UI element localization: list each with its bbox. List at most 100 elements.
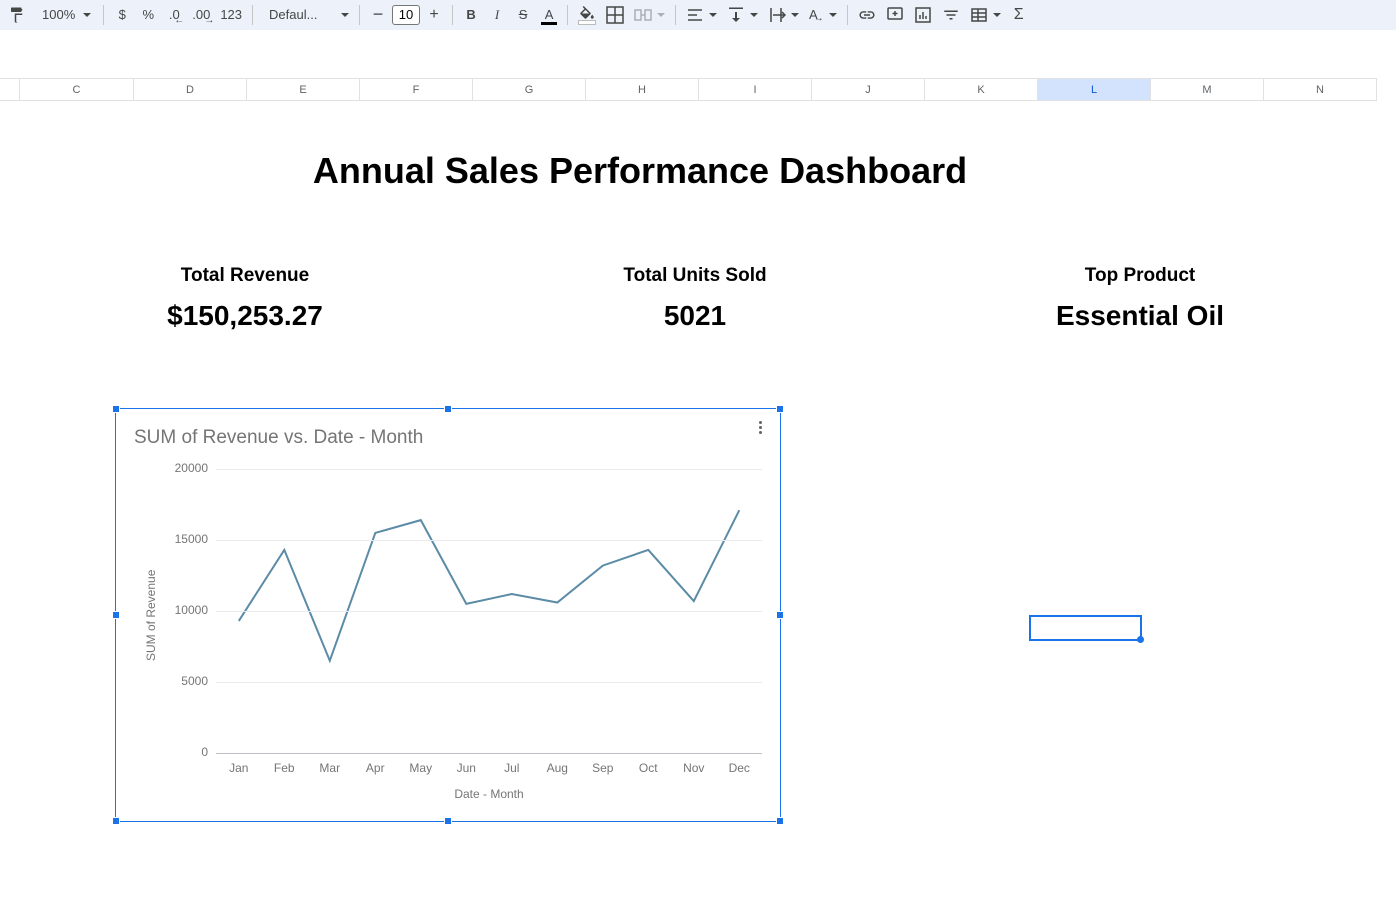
table-icon (970, 6, 988, 24)
y-tick-label: 15000 (156, 532, 208, 546)
chart-menu-button[interactable] (750, 417, 770, 437)
zoom-value: 100% (42, 7, 75, 22)
column-header-I[interactable]: I (699, 78, 812, 101)
resize-handle-w[interactable] (112, 611, 120, 619)
filter-button[interactable] (938, 3, 964, 27)
fill-color-button[interactable] (574, 3, 600, 27)
paint-bucket-icon (578, 6, 596, 24)
resize-handle-s[interactable] (444, 817, 452, 825)
metric-value-units: 5021 (545, 300, 845, 332)
chevron-down-icon (829, 13, 837, 17)
metric-value-product: Essential Oil (1000, 300, 1280, 332)
gridline (216, 469, 762, 470)
bold-icon: B (466, 7, 475, 22)
column-header-D[interactable]: D (134, 78, 247, 101)
chevron-down-icon (750, 13, 758, 17)
font-size-input[interactable] (392, 5, 420, 25)
horizontal-align-button[interactable] (682, 3, 721, 27)
column-header-M[interactable]: M (1151, 78, 1264, 101)
column-header-N[interactable]: N (1264, 78, 1377, 101)
metric-label-revenue: Total Revenue (110, 265, 380, 287)
font-family-value: Defaul... (263, 7, 333, 22)
chart-title: SUM of Revenue vs. Date - Month (134, 427, 423, 449)
column-header-L[interactable]: L (1038, 78, 1151, 101)
more-formats-button[interactable]: 123 (216, 3, 246, 27)
borders-button[interactable] (602, 3, 628, 27)
chart-x-axis-label: Date - Month (216, 787, 762, 801)
font-size-decrease-button[interactable]: − (366, 3, 390, 27)
format-percent-button[interactable]: % (136, 3, 160, 27)
resize-handle-se[interactable] (776, 817, 784, 825)
increase-decimal-button[interactable]: .00 → (188, 3, 214, 27)
row-corner[interactable] (0, 78, 20, 101)
chevron-down-icon (83, 13, 91, 17)
metric-label-units: Total Units Sold (545, 265, 845, 287)
resize-handle-e[interactable] (776, 611, 784, 619)
insert-chart-button[interactable] (910, 3, 936, 27)
text-wrap-button[interactable] (764, 3, 803, 27)
resize-handle-sw[interactable] (112, 817, 120, 825)
italic-icon: I (495, 7, 499, 23)
bold-button[interactable]: B (459, 3, 483, 27)
strikethrough-button[interactable]: S (511, 3, 535, 27)
numfmt-icon: 123 (220, 7, 242, 22)
gridline (216, 540, 762, 541)
insert-link-button[interactable] (854, 3, 880, 27)
gridline (216, 611, 762, 612)
resize-handle-ne[interactable] (776, 405, 784, 413)
text-rotation-button[interactable]: A→ (805, 3, 841, 27)
percent-icon: % (142, 7, 154, 22)
column-header-G[interactable]: G (473, 78, 586, 101)
dashboard-title: Annual Sales Performance Dashboard (0, 150, 1280, 192)
font-family-dropdown[interactable]: Defaul... (259, 3, 353, 27)
x-tick-label: Feb (266, 761, 302, 775)
resize-handle-nw[interactable] (112, 405, 120, 413)
paint-format-button[interactable] (4, 3, 30, 27)
y-tick-label: 20000 (156, 461, 208, 475)
italic-button[interactable]: I (485, 3, 509, 27)
column-header-C[interactable]: C (20, 78, 134, 101)
chevron-down-icon (657, 13, 665, 17)
gridline (216, 682, 762, 683)
functions-button[interactable]: Σ (1007, 3, 1031, 27)
currency-icon: $ (119, 7, 126, 22)
metric-value-revenue: $150,253.27 (110, 300, 380, 332)
column-header-J[interactable]: J (812, 78, 925, 101)
column-header-F[interactable]: F (360, 78, 473, 101)
filter-icon (942, 6, 960, 24)
active-cell[interactable] (1029, 615, 1142, 641)
chevron-down-icon (791, 13, 799, 17)
font-size-increase-button[interactable]: + (422, 3, 446, 27)
comment-icon (886, 6, 904, 24)
chevron-down-icon (709, 13, 717, 17)
chevron-down-icon (341, 13, 349, 17)
zoom-dropdown[interactable]: 100% (32, 3, 97, 27)
x-tick-label: Mar (312, 761, 348, 775)
column-header-E[interactable]: E (247, 78, 360, 101)
rotation-icon: A→ (809, 7, 818, 22)
x-tick-label: May (403, 761, 439, 775)
metric-label-product: Top Product (1000, 265, 1280, 287)
column-header-H[interactable]: H (586, 78, 699, 101)
toolbar: 100% $ % .0 ← .00 → 123 Defaul... − + B … (0, 0, 1396, 30)
link-icon (858, 6, 876, 24)
column-header-K[interactable]: K (925, 78, 1038, 101)
x-tick-label: Sep (585, 761, 621, 775)
chart-line-series (239, 510, 740, 661)
wrap-overflow-icon (768, 6, 786, 24)
x-tick-label: Jun (448, 761, 484, 775)
vertical-align-button[interactable] (723, 3, 762, 27)
resize-handle-n[interactable] (444, 405, 452, 413)
decrease-decimal-button[interactable]: .0 ← (162, 3, 186, 27)
x-tick-label: Jan (221, 761, 257, 775)
text-color-button[interactable]: A (537, 3, 561, 27)
table-view-button[interactable] (966, 3, 1005, 27)
chart-icon (914, 6, 932, 24)
x-tick-label: Dec (721, 761, 757, 775)
sigma-icon: Σ (1014, 6, 1024, 24)
chart-container[interactable]: SUM of Revenue vs. Date - Month SUM of R… (115, 408, 781, 822)
strikethrough-icon: S (519, 7, 528, 22)
x-tick-label: Apr (357, 761, 393, 775)
format-currency-button[interactable]: $ (110, 3, 134, 27)
insert-comment-button[interactable] (882, 3, 908, 27)
